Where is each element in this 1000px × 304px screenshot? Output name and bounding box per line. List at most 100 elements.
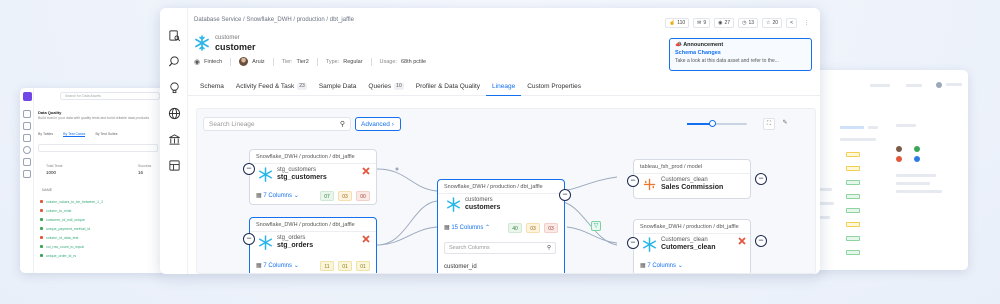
dq-tabs: By Tables By Test Cases By Test Suites xyxy=(38,132,118,137)
data-quality-window: Search for Data Assets Data Quality Buil… xyxy=(20,88,166,273)
asset-search-input[interactable]: Search for Data Assets xyxy=(60,92,160,100)
node-title: stg_customers xyxy=(277,174,327,181)
list-item[interactable]: col_row_count_to_equal xyxy=(40,245,84,249)
dq-filter-box[interactable] xyxy=(38,144,158,152)
list-item[interactable]: column_to_exist xyxy=(40,209,71,213)
node-title: customers xyxy=(465,204,501,211)
follow-button[interactable]: ◉ 27 xyxy=(714,18,735,28)
list-item[interactable]: unique_order_id_rs xyxy=(40,254,76,258)
test-success-badge: 07 xyxy=(320,191,334,201)
announcement-card[interactable]: 📣 Announcement Schema Changes Take a loo… xyxy=(669,38,812,71)
conversation-button[interactable]: ✉ 9 xyxy=(693,18,711,28)
lineage-node-stg-customers[interactable]: Snowflake_DWH / production / dbt_jaffle … xyxy=(249,149,377,205)
eye-icon: ◉ xyxy=(718,20,723,26)
globe-icon[interactable] xyxy=(167,106,181,120)
collapse-upstream-button[interactable]: − xyxy=(243,233,255,245)
settings-icon[interactable] xyxy=(167,158,181,172)
status-badge xyxy=(846,152,860,157)
governance-icon[interactable] xyxy=(23,158,31,166)
snowflake-icon xyxy=(195,35,209,51)
owner-avatar[interactable] xyxy=(239,57,249,66)
search-icon[interactable] xyxy=(167,54,181,68)
lightbulb-icon[interactable] xyxy=(167,80,181,94)
chevron-down-icon: ⌄ xyxy=(293,263,299,269)
list-item[interactable]: column_values_to_be_between_1_2 xyxy=(40,200,103,204)
node-path: Snowflake_DWH / production / dbt_jaffle xyxy=(444,184,543,190)
share-icon: < xyxy=(790,20,793,26)
columns-toggle[interactable]: ▦ 7 Columns ⌄ xyxy=(640,262,683,269)
column-row[interactable]: customer_id xyxy=(444,264,477,270)
announcement-link[interactable]: Schema Changes xyxy=(675,50,806,56)
tableau-icon xyxy=(643,178,656,191)
lineage-node-customers[interactable]: Snowflake_DWH / production / dbt_jaffle … xyxy=(437,179,565,273)
column-search-input[interactable]: Search Columns ⚲ xyxy=(444,242,556,254)
versions-button[interactable]: ◷ 13 xyxy=(738,18,759,28)
node-title: Sales Commission xyxy=(661,184,724,191)
announcement-title: Announcement xyxy=(683,42,724,48)
columns-toggle[interactable]: ▦ 15 Columns ⌃ xyxy=(444,224,490,231)
explore-icon[interactable] xyxy=(167,28,181,42)
lineage-node-sales-commission[interactable]: tableau_fsh_prod / model Customers_clean… xyxy=(633,159,751,199)
star-icon: ☆ xyxy=(766,20,771,26)
columns-toggle[interactable]: ▦ 7 Columns ⌄ xyxy=(256,192,299,199)
lineage-canvas[interactable]: Search Lineage ⚲ Advanced › ⛶ ✎ Snowflake… xyxy=(196,108,816,274)
tab-schema[interactable]: Schema xyxy=(194,80,230,96)
table-icon: ▦ xyxy=(256,263,262,269)
list-item[interactable]: customer_id_null_unique xyxy=(40,218,85,222)
node-path: Snowflake_DWH / production / dbt_jaffle xyxy=(640,224,739,230)
user-avatar[interactable] xyxy=(936,82,942,88)
domain-value[interactable]: Fintech xyxy=(204,59,222,65)
tier-label: Tier: xyxy=(281,58,293,65)
incident-window xyxy=(810,70,968,270)
entity-meta-bar: ◉ Fintech Aruiz Tier: Tier2 Type: Regula… xyxy=(194,57,426,66)
domain-icon: ◉ xyxy=(194,58,201,66)
settings-icon[interactable] xyxy=(23,170,31,178)
like-button[interactable]: ☝ 110 xyxy=(664,18,690,28)
side-text xyxy=(896,182,930,185)
tab-queries[interactable]: Queries 10 xyxy=(362,80,409,96)
expand-downstream-button[interactable]: − xyxy=(559,189,571,201)
lineage-node-customers-clean[interactable]: Snowflake_DWH / production / dbt_jaffle … xyxy=(633,219,751,273)
node-path: Snowflake_DWH / production / dbt_jaffle xyxy=(256,154,355,160)
breadcrumb[interactable]: Database Service / Snowflake_DWH / produ… xyxy=(194,17,354,23)
collapse-upstream-button[interactable]: − xyxy=(627,237,639,249)
header-text xyxy=(906,84,922,87)
explore-icon[interactable] xyxy=(23,122,31,130)
expand-downstream-button[interactable]: − xyxy=(755,173,767,185)
tab-activity-feed[interactable]: Activity Feed & Task 23 xyxy=(230,80,313,96)
collapse-upstream-button[interactable]: − xyxy=(243,163,255,175)
type-value: Regular xyxy=(343,58,363,65)
home-icon[interactable] xyxy=(23,110,31,118)
list-item[interactable]: unique_payment_method_id xyxy=(40,227,90,231)
node-subtitle: stg_customers xyxy=(277,167,317,173)
tab-custom-properties[interactable]: Custom Properties xyxy=(521,80,587,96)
tab-by-tables[interactable]: By Tables xyxy=(38,132,53,137)
more-options-button[interactable]: ⋮ xyxy=(801,18,812,28)
tab-sample-data[interactable]: Sample Data xyxy=(313,80,363,96)
collapse-upstream-button[interactable]: − xyxy=(627,175,639,187)
usage-label: Usage: xyxy=(379,58,397,65)
owner-name[interactable]: Aruiz xyxy=(252,59,265,65)
tab-lineage[interactable]: Lineage xyxy=(486,80,522,96)
tab-by-test-cases[interactable]: By Test Cases xyxy=(63,132,86,137)
columns-toggle[interactable]: ▦ 7 Columns ⌄ xyxy=(256,262,299,269)
governance-icon[interactable] xyxy=(167,132,181,146)
lineage-node-stg-orders[interactable]: Snowflake_DWH / production / dbt_jaffle … xyxy=(249,217,377,273)
pipeline-filter-icon[interactable]: ▽ xyxy=(591,221,601,231)
success-value: 16 xyxy=(138,170,144,175)
share-button[interactable]: < xyxy=(786,18,797,28)
left-nav-rail xyxy=(20,88,34,273)
globe-icon[interactable] xyxy=(23,146,31,154)
usage-value: 68th pctile xyxy=(400,58,427,65)
tier-value[interactable]: Tier2 xyxy=(296,59,308,65)
kebab-menu-icon: ⋮ xyxy=(804,20,809,26)
tab-by-test-suites[interactable]: By Test Suites xyxy=(95,132,117,137)
side-title xyxy=(896,124,916,127)
tab-profiler[interactable]: Profiler & Data Quality xyxy=(410,80,486,96)
node-title: stg_orders xyxy=(277,242,314,249)
main-nav-rail xyxy=(160,8,188,274)
list-item[interactable]: column_id_data_test xyxy=(40,236,78,240)
lightbulb-icon[interactable] xyxy=(23,134,31,142)
votes-button[interactable]: ☆ 20 xyxy=(762,18,783,28)
expand-downstream-button[interactable]: − xyxy=(755,235,767,247)
